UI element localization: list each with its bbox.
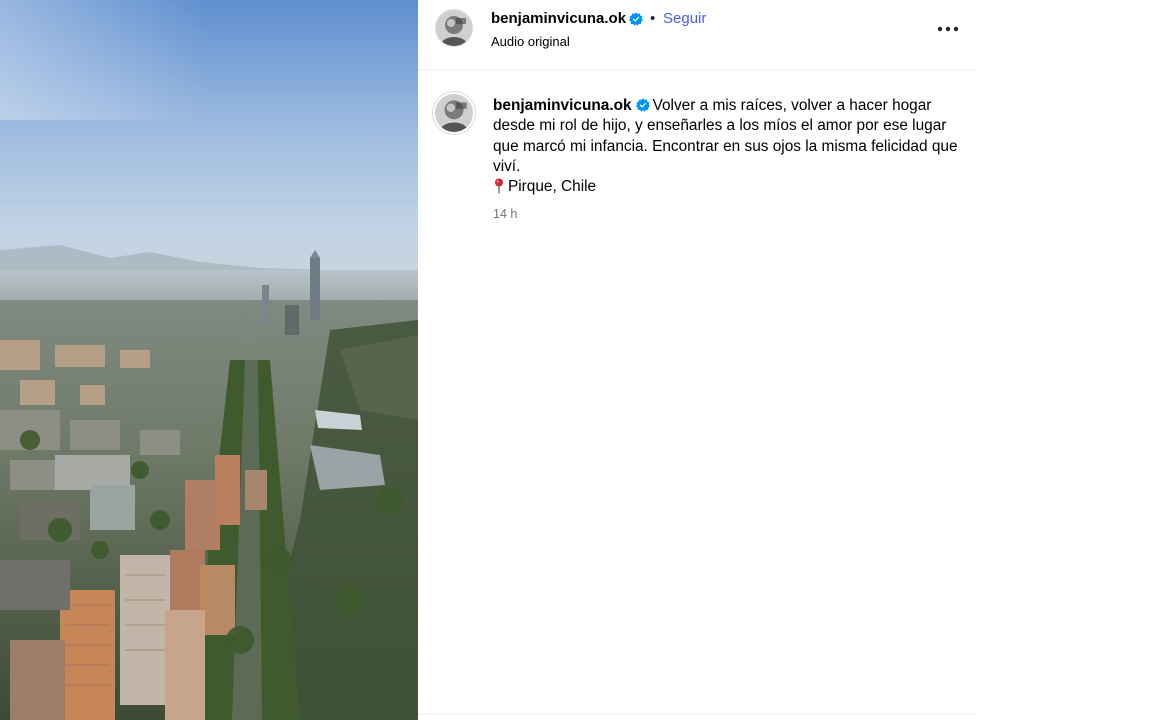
verified-badge-icon	[629, 12, 643, 26]
city-aerial-image	[0, 0, 418, 720]
location-text[interactable]: Pirque, Chile	[508, 178, 596, 195]
post-video[interactable]	[0, 0, 418, 720]
header-username[interactable]: benjaminvicuna.ok	[491, 10, 626, 27]
post-timestamp[interactable]: 14 h	[493, 207, 517, 221]
header-separator: •	[650, 10, 656, 27]
post-details-panel: benjaminvicuna.ok • Seguir Audio origina…	[418, 0, 976, 720]
follow-button[interactable]: Seguir	[663, 10, 706, 27]
caption-username[interactable]: benjaminvicuna.ok	[493, 97, 632, 114]
avatar-image	[436, 10, 472, 46]
caption-avatar-image	[435, 94, 473, 132]
caption-text: benjaminvicuna.ok Volver a mis raíces, vo…	[493, 96, 968, 197]
post-header: benjaminvicuna.ok • Seguir Audio origina…	[418, 0, 976, 70]
audio-link[interactable]: Audio original	[491, 34, 570, 49]
verified-badge-icon	[635, 98, 650, 112]
round-pushpin-icon	[495, 178, 503, 194]
header-avatar[interactable]	[436, 10, 472, 46]
more-horizontal-icon[interactable]	[934, 18, 962, 40]
instagram-post-view: benjaminvicuna.ok • Seguir Audio origina…	[0, 0, 1152, 720]
bottom-divider	[418, 714, 976, 715]
caption-avatar[interactable]	[435, 94, 473, 132]
